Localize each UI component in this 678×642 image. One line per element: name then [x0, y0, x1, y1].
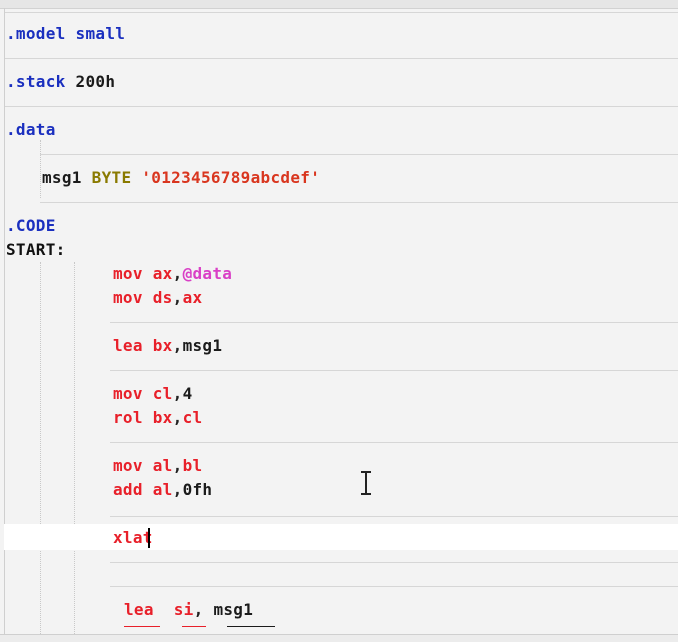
block-separator: [110, 322, 678, 323]
block-separator: [110, 562, 678, 563]
indent-guide: [74, 262, 75, 634]
indent-guide: [40, 140, 41, 198]
comma-token: ,: [172, 384, 183, 403]
type-keyword-token: BYTE: [91, 168, 132, 187]
block-separator: [110, 516, 678, 517]
code-line-lea-bx[interactable]: lea bx,msg1: [113, 335, 222, 357]
code-line-rol-bx[interactable]: rol bx,cl: [113, 407, 202, 429]
code-line-mov-cl[interactable]: mov cl,4: [113, 383, 193, 405]
block-separator: [40, 154, 678, 155]
string-literal-token: '0123456789abcdef': [141, 168, 321, 187]
code-line-start-label[interactable]: START:: [6, 239, 66, 261]
register-token: ax: [182, 288, 203, 307]
mnemonic-token: mov: [113, 456, 143, 475]
directive-token: .stack: [6, 72, 66, 91]
mnemonic-token: mov: [113, 264, 143, 283]
editor-bottom-border: [0, 634, 678, 642]
block-separator: [110, 586, 678, 587]
code-line-model[interactable]: .model small: [6, 23, 125, 45]
comma-token: ,: [172, 480, 183, 499]
mnemonic-token: mov: [113, 384, 143, 403]
directive-token: .CODE: [6, 216, 56, 235]
variable-name-token: msg1: [213, 600, 254, 619]
variable-name-token: msg1: [42, 168, 82, 187]
block-separator: [40, 202, 678, 203]
block-separator: [110, 370, 678, 371]
label-token: START:: [6, 240, 66, 259]
block-separator: [4, 106, 678, 107]
comma-token: ,: [172, 336, 183, 355]
comma-token: ,: [172, 288, 183, 307]
code-editor[interactable]: .model small .stack 200h .data msg1 BYTE…: [0, 0, 678, 642]
register-token: bx: [152, 408, 173, 427]
block-separator: [4, 58, 678, 59]
mnemonic-token: lea: [113, 336, 143, 355]
code-line-clipped: [124, 626, 284, 634]
mnemonic-token: xlat: [113, 528, 153, 547]
editor-top-band: [0, 0, 678, 9]
number-token: 4: [182, 384, 193, 403]
current-line-highlight: [4, 524, 678, 550]
mnemonic-token: mov: [113, 288, 143, 307]
code-line-mov-ax[interactable]: mov ax,@data: [113, 263, 232, 285]
directive-token: .data: [6, 120, 56, 139]
mnemonic-token: lea: [124, 600, 154, 619]
variable-name-token: msg1: [182, 336, 223, 355]
block-separator: [110, 442, 678, 443]
indent-guide: [40, 262, 41, 634]
model-arg-token: small: [75, 24, 126, 43]
directive-token: .model: [6, 24, 66, 43]
register-token: cl: [152, 384, 173, 403]
code-line-add-al[interactable]: add al,0fh: [113, 479, 212, 501]
register-token: cl: [182, 408, 203, 427]
comma-token: ,: [193, 600, 204, 619]
register-token: al: [152, 456, 173, 475]
number-token: 0fh: [182, 480, 213, 499]
code-line-stack[interactable]: .stack 200h: [6, 71, 115, 93]
code-line-mov-al[interactable]: mov al,bl: [113, 455, 202, 477]
register-token: ax: [152, 264, 173, 283]
code-line-msg1[interactable]: msg1 BYTE '0123456789abcdef': [42, 167, 320, 189]
register-token: ds: [152, 288, 173, 307]
comma-token: ,: [172, 456, 183, 475]
register-token: bl: [182, 456, 203, 475]
register-token: bx: [152, 336, 173, 355]
code-line-code[interactable]: .CODE: [6, 215, 56, 237]
comma-token: ,: [172, 408, 183, 427]
code-line-data[interactable]: .data: [6, 119, 56, 141]
data-ref-token: @data: [182, 264, 233, 283]
block-separator: [4, 12, 678, 13]
code-line-lea-si[interactable]: lea si, msg1: [124, 599, 253, 621]
text-caret: [148, 528, 150, 548]
comma-token: ,: [172, 264, 183, 283]
text-cursor-icon: [361, 471, 371, 495]
stack-size-token: 200h: [75, 72, 116, 91]
register-token: si: [173, 600, 194, 619]
mnemonic-token: add: [113, 480, 143, 499]
code-line-xlat[interactable]: xlat: [113, 527, 153, 549]
mnemonic-token: rol: [113, 408, 143, 427]
register-token: al: [152, 480, 173, 499]
code-line-mov-ds[interactable]: mov ds,ax: [113, 287, 202, 309]
